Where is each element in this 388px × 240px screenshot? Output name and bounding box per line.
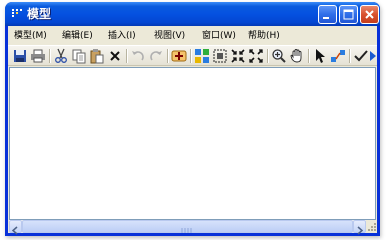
grip-lines-icon — [181, 228, 192, 233]
toolbar-separator — [267, 49, 268, 63]
color-grid-icon[interactable] — [194, 48, 210, 64]
check-icon[interactable] — [353, 48, 369, 64]
toolbar-separator — [49, 49, 50, 63]
zoom-fit-icon[interactable] — [212, 48, 228, 64]
cut-icon[interactable] — [53, 48, 69, 64]
pan-hand-icon[interactable] — [289, 48, 305, 64]
delete-icon[interactable] — [107, 48, 123, 64]
expand-icon[interactable] — [248, 48, 264, 64]
scroll-left-button[interactable] — [9, 220, 22, 235]
app-icon — [12, 9, 22, 17]
menu-help[interactable]: 帮助(H) — [248, 29, 280, 43]
paste-icon[interactable] — [89, 48, 105, 64]
toolbar-separator — [190, 49, 191, 63]
run-icon[interactable] — [369, 48, 377, 64]
add-icon[interactable] — [171, 48, 187, 64]
shrink-icon[interactable] — [230, 48, 246, 64]
save-icon[interactable] — [12, 48, 28, 64]
menu-edit[interactable]: 编辑(E) — [62, 29, 93, 43]
close-icon — [365, 10, 374, 19]
print-icon[interactable] — [30, 48, 46, 64]
redo-icon[interactable] — [148, 48, 164, 64]
zoom-in-icon[interactable] — [271, 48, 287, 64]
horizontal-scrollbar[interactable] — [9, 220, 366, 235]
maximize-button[interactable] — [339, 5, 358, 24]
toolbar-separator — [167, 49, 168, 63]
menu-insert[interactable]: 插入(I) — [108, 29, 136, 43]
toolbar-separator — [349, 49, 350, 63]
toolbar-separator — [308, 49, 309, 63]
minimize-button[interactable] — [318, 5, 337, 24]
chevron-right-icon — [357, 226, 364, 235]
menu-bar: 模型(M) 编辑(E) 插入(I) 视图(V) 窗口(W) 帮助(H) — [8, 26, 377, 45]
window-frame: 模型(M) 编辑(E) 插入(I) 视图(V) 窗口(W) 帮助(H) — [8, 26, 377, 235]
menu-model[interactable]: 模型(M) — [14, 29, 47, 43]
maximize-icon — [343, 9, 354, 20]
scroll-thumb[interactable] — [22, 220, 353, 233]
connect-icon[interactable] — [330, 48, 346, 64]
toolbar-separator — [126, 49, 127, 63]
scroll-right-button[interactable] — [353, 220, 366, 235]
window-title: 模型 — [27, 7, 52, 21]
menu-view[interactable]: 视图(V) — [154, 29, 185, 43]
close-button[interactable] — [360, 5, 379, 24]
minimize-icon — [323, 17, 329, 19]
resize-grip-icon[interactable] — [366, 220, 377, 233]
toolbar — [8, 45, 377, 66]
chevron-left-icon — [11, 226, 18, 235]
title-bar[interactable]: 模型 — [5, 2, 380, 26]
undo-icon[interactable] — [130, 48, 146, 64]
menu-window[interactable]: 窗口(W) — [202, 29, 236, 43]
model-canvas[interactable] — [9, 67, 376, 220]
pointer-icon[interactable] — [312, 48, 328, 64]
copy-icon[interactable] — [71, 48, 87, 64]
model-window: 模型 模型(M) 编辑(E) 插入(I) 视图(V) 窗口(W) 帮助(H) — [5, 2, 380, 236]
